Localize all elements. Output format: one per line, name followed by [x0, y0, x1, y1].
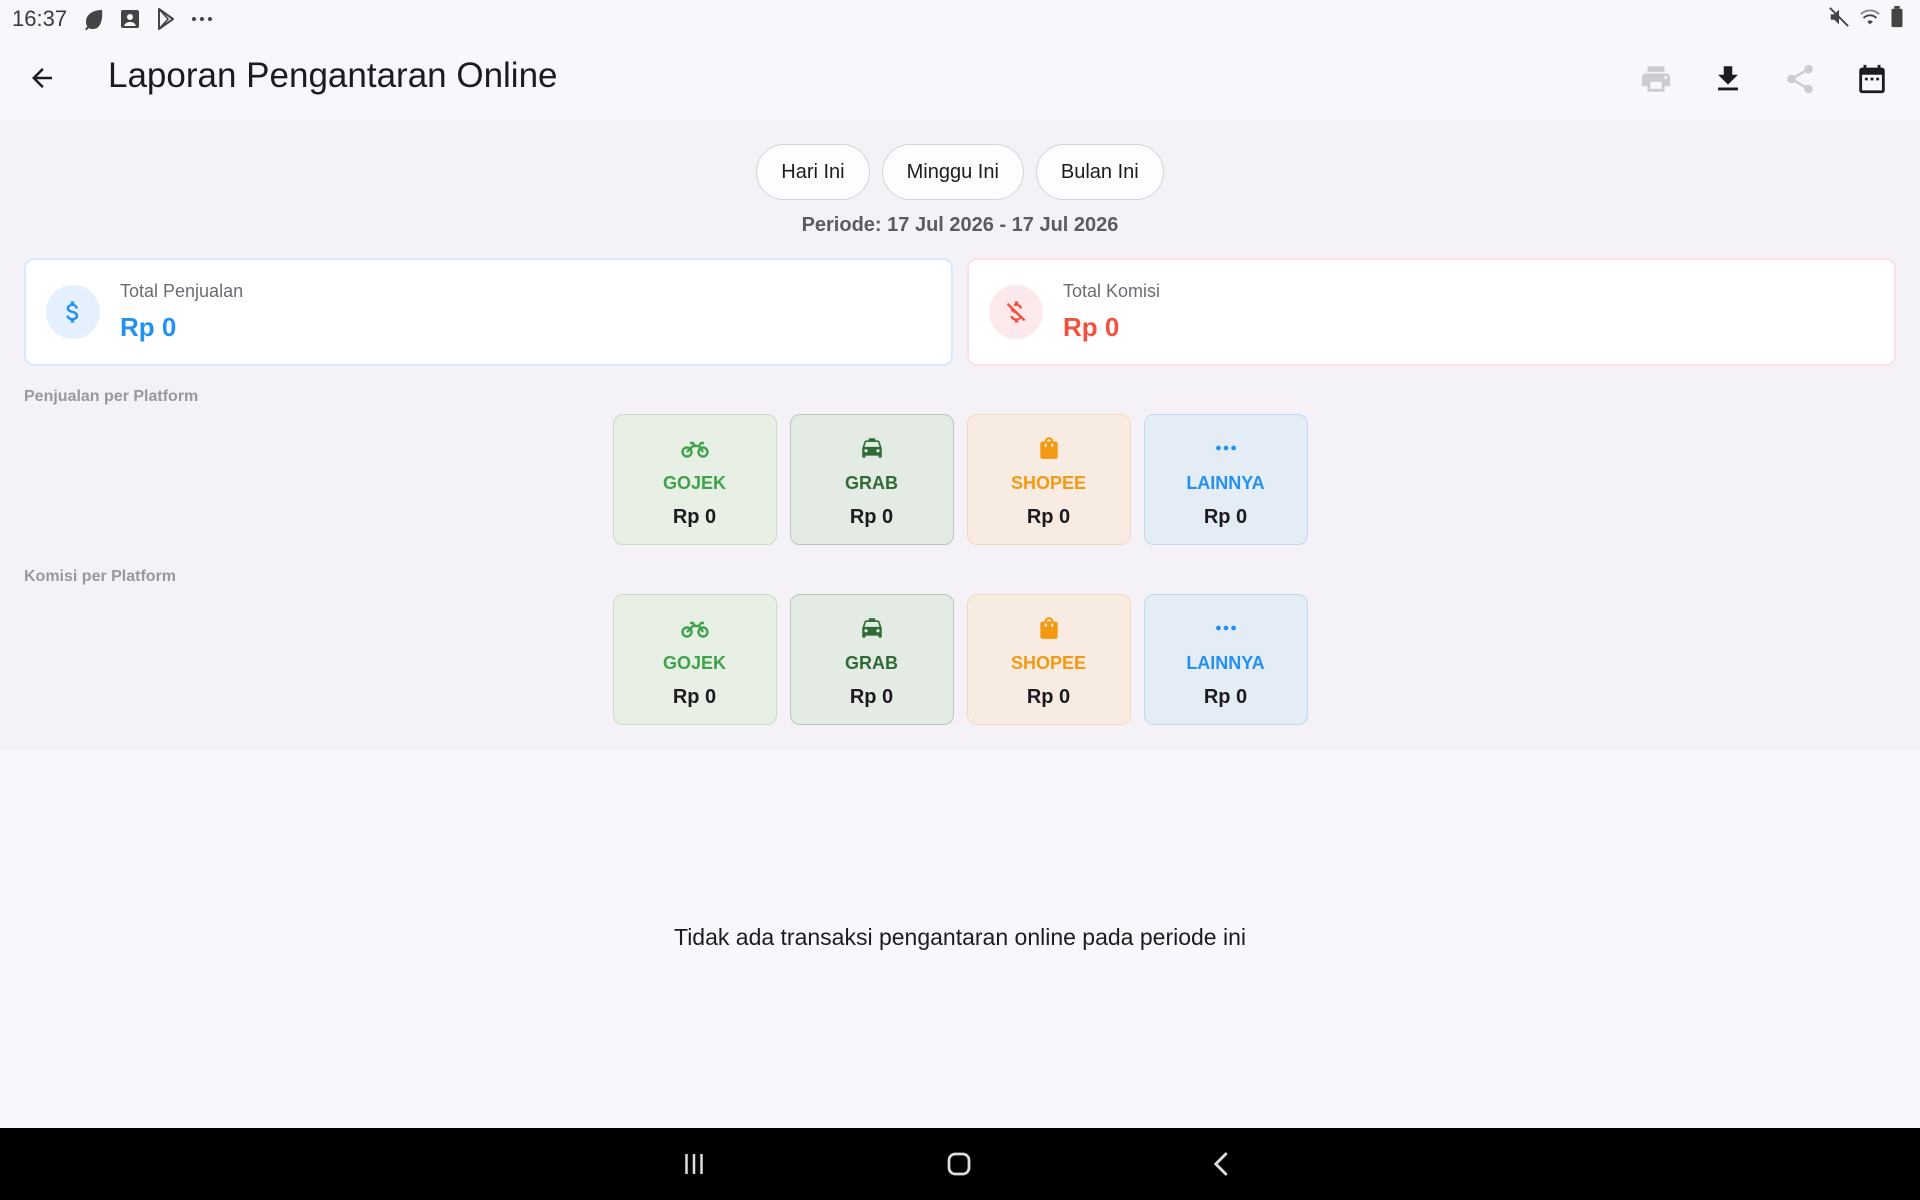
komisi-platform-row: GOJEK Rp 0 GRAB Rp 0 SHOPEE Rp 0 LAINNYA… — [0, 594, 1920, 725]
komisi-gojek-card[interactable]: GOJEK Rp 0 — [612, 594, 777, 725]
platform-value: Rp 0 — [672, 686, 717, 708]
total-komisi-value: Rp 0 — [1063, 312, 1120, 342]
komisi-per-platform-label: Komisi per Platform — [24, 568, 177, 585]
motorcycle-icon — [680, 613, 710, 643]
platform-name: LAINNYA — [1186, 653, 1265, 673]
recents-icon — [685, 1154, 703, 1174]
dollar-icon — [46, 285, 100, 339]
platform-value: Rp 0 — [849, 506, 894, 528]
share-icon — [1787, 64, 1813, 94]
system-nav-bar — [0, 1128, 1920, 1200]
wifi-icon — [1858, 6, 1882, 34]
arrow-back-icon — [32, 68, 52, 88]
total-komisi-label: Total Komisi — [1063, 281, 1161, 301]
app-bar: Laporan Pengantaran Online — [0, 38, 1920, 120]
badge-icon — [117, 6, 143, 32]
periode-label: Periode: 17 Jul 2026 - 17 Jul 2026 — [801, 214, 1119, 236]
penjualan-lainnya-card[interactable]: LAINNYA Rp 0 — [1143, 414, 1308, 545]
platform-name: GOJEK — [662, 653, 727, 673]
shopping-bag-icon — [1034, 613, 1064, 643]
status-right-icons — [1828, 6, 1904, 34]
play-store-icon — [153, 6, 179, 32]
penjualan-grab-card[interactable]: GRAB Rp 0 — [789, 414, 954, 545]
more-horiz-icon — [1211, 433, 1241, 463]
platform-name: GOJEK — [662, 473, 727, 493]
platform-name: GRAB — [845, 473, 898, 493]
penjualan-per-platform-label: Penjualan per Platform — [24, 388, 199, 405]
motorcycle-icon — [680, 433, 710, 463]
back-button[interactable] — [22, 58, 62, 98]
share-button[interactable] — [1776, 55, 1824, 103]
platform-value: Rp 0 — [849, 686, 894, 708]
period-filter-chips: Hari Ini Minggu Ini Bulan Ini — [0, 144, 1920, 200]
total-komisi-card: Total Komisi Rp 0 — [967, 258, 1896, 366]
calendar-button[interactable] — [1848, 55, 1896, 103]
status-time: 16:37 — [12, 6, 68, 31]
penjualan-platform-row: GOJEK Rp 0 GRAB Rp 0 SHOPEE Rp 0 LAINNYA… — [0, 414, 1920, 545]
chip-minggu-ini[interactable]: Minggu Ini — [881, 144, 1024, 200]
komisi-lainnya-card[interactable]: LAINNYA Rp 0 — [1143, 594, 1308, 725]
calendar-icon — [1859, 64, 1885, 94]
summary-cards: Total Penjualan Rp 0 Total Komisi Rp 0 — [24, 258, 1896, 366]
battery-icon — [1890, 6, 1904, 34]
recents-button[interactable] — [676, 1146, 712, 1182]
print-icon — [1641, 66, 1671, 92]
platform-value: Rp 0 — [1203, 686, 1248, 708]
status-bar: 16:37 — [0, 0, 1920, 38]
penjualan-gojek-card[interactable]: GOJEK Rp 0 — [612, 414, 777, 545]
leaf-icon — [81, 6, 107, 32]
back-nav-icon — [1214, 1152, 1228, 1176]
more-dots-icon — [189, 6, 215, 32]
empty-state-message: Tidak ada transaksi pengantaran online p… — [674, 924, 1246, 950]
shopping-bag-icon — [1034, 433, 1064, 463]
taxi-icon — [857, 433, 887, 463]
total-penjualan-value: Rp 0 — [120, 312, 177, 342]
platform-value: Rp 0 — [672, 506, 717, 528]
print-button[interactable] — [1632, 55, 1680, 103]
komisi-grab-card[interactable]: GRAB Rp 0 — [789, 594, 954, 725]
download-button[interactable] — [1704, 55, 1752, 103]
platform-name: GRAB — [845, 653, 898, 673]
chip-bulan-ini[interactable]: Bulan Ini — [1035, 144, 1164, 200]
platform-name: LAINNYA — [1186, 473, 1265, 493]
total-penjualan-label: Total Penjualan — [120, 281, 244, 301]
mute-icon — [1828, 6, 1850, 34]
more-horiz-icon — [1211, 613, 1241, 643]
home-icon — [947, 1152, 971, 1176]
page-title: Laporan Pengantaran Online — [108, 56, 558, 95]
back-nav-button[interactable] — [1204, 1146, 1240, 1182]
home-button[interactable] — [941, 1146, 977, 1182]
platform-name: SHOPEE — [1010, 653, 1087, 673]
platform-name: SHOPEE — [1010, 473, 1087, 493]
penjualan-shopee-card[interactable]: SHOPEE Rp 0 — [966, 414, 1131, 545]
komisi-shopee-card[interactable]: SHOPEE Rp 0 — [966, 594, 1131, 725]
download-icon — [1718, 66, 1738, 91]
money-off-icon — [989, 285, 1043, 339]
total-penjualan-card: Total Penjualan Rp 0 — [24, 258, 953, 366]
app-bar-actions — [1632, 38, 1920, 120]
taxi-icon — [857, 613, 887, 643]
platform-value: Rp 0 — [1203, 506, 1248, 528]
chip-hari-ini[interactable]: Hari Ini — [756, 144, 870, 200]
platform-value: Rp 0 — [1026, 506, 1071, 528]
platform-value: Rp 0 — [1026, 686, 1071, 708]
report-content: Hari Ini Minggu Ini Bulan Ini Periode: 1… — [0, 120, 1920, 750]
